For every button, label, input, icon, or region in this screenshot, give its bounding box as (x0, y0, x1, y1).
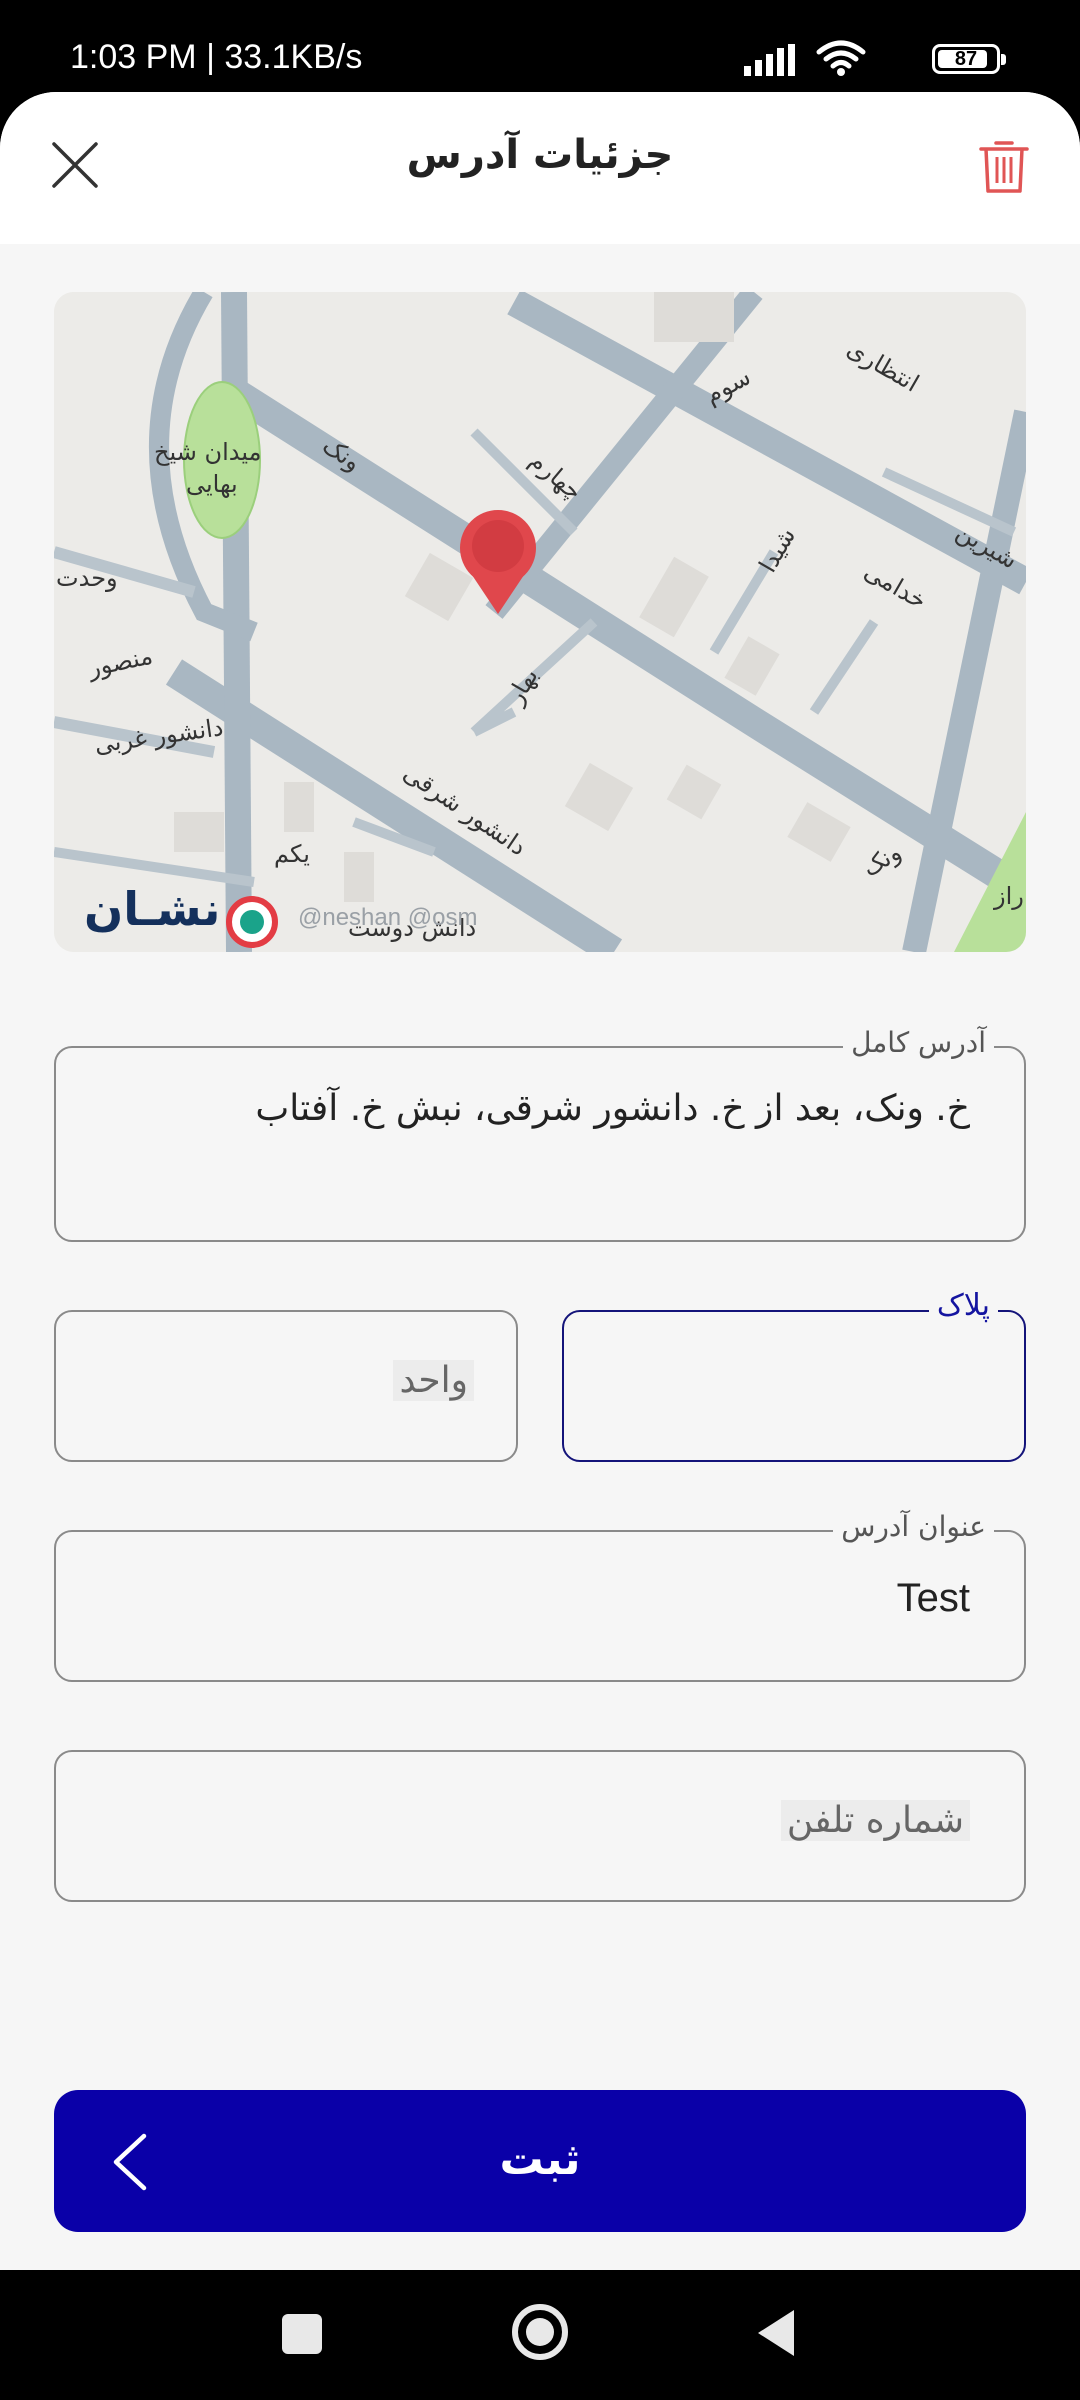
phone-field[interactable]: شماره تلفن (54, 1750, 1026, 1902)
status-time: 1:03 PM | 33.1KB/s (70, 38, 363, 76)
status-bar: 1:03 PM | 33.1KB/s 87 (0, 0, 1080, 92)
trash-icon (979, 141, 1029, 193)
battery-icon: 87 (932, 44, 1006, 74)
address-details-sheet: جزئیات آدرس میدان شیخ بهایی ونک چهارم سو… (0, 92, 1080, 2270)
full-address-field[interactable]: آدرس کامل خ. ونک، بعد از خ. دانشور شرقی،… (54, 1026, 1026, 1242)
map-attribution: @neshan @osm (298, 904, 478, 931)
map-label: راز (994, 882, 1024, 910)
map-brand-logo: نشـان (84, 882, 221, 936)
full-address-value: خ. ونک، بعد از خ. دانشور شرقی، نبش خ. آف… (255, 1088, 970, 1129)
page-title: جزئیات آدرس (406, 132, 674, 178)
delete-button[interactable] (972, 132, 1036, 200)
phone-placeholder: شماره تلفن (780, 1800, 970, 1841)
plaque-field[interactable]: پلاک (562, 1288, 1026, 1462)
back-icon[interactable] (754, 2308, 798, 2358)
recent-apps-icon[interactable] (282, 2314, 322, 2354)
map-label: یکم (274, 840, 310, 868)
address-title-value: Test (896, 1576, 970, 1620)
plaque-label: پلاک (928, 1288, 998, 1323)
map-label: بهایی (186, 470, 238, 498)
signal-icon (744, 44, 795, 76)
map-label: وحدت (56, 564, 118, 592)
location-map[interactable]: میدان شیخ بهایی ونک چهارم سوم انتظاری شی… (54, 292, 1026, 952)
address-title-field[interactable]: عنوان آدرس Test (54, 1510, 1026, 1682)
submit-label: ثبت (499, 2134, 581, 2185)
status-icons: 87 (706, 40, 1006, 76)
submit-button[interactable]: ثبت (54, 2090, 1026, 2232)
sheet-header: جزئیات آدرس (0, 92, 1080, 244)
unit-placeholder: واحد (393, 1360, 474, 1401)
map-brand-icon (226, 896, 278, 948)
map-label: میدان شیخ (154, 438, 262, 466)
system-nav-bar (0, 2270, 1080, 2400)
battery-level: 87 (954, 48, 978, 70)
unit-field[interactable]: واحد (54, 1310, 518, 1462)
address-title-label: عنوان آدرس (833, 1510, 994, 1543)
wifi-icon (816, 40, 866, 76)
full-address-label: آدرس کامل (843, 1026, 994, 1059)
home-icon[interactable] (512, 2304, 568, 2360)
